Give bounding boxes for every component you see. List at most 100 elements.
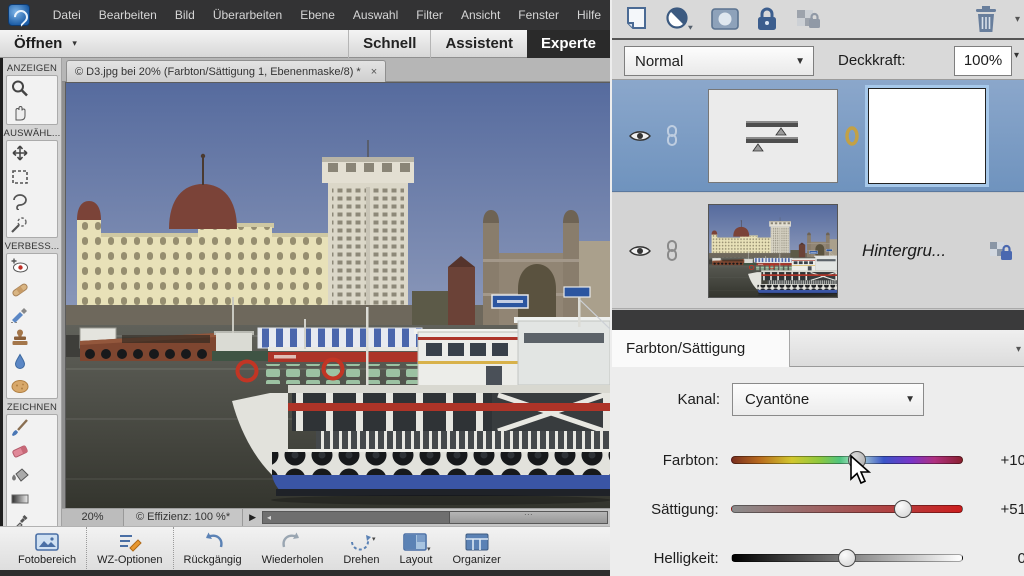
saturation-slider-row: Sättigung: +51 bbox=[612, 496, 1024, 522]
tool-blur[interactable] bbox=[7, 350, 33, 374]
saturation-slider-knob[interactable] bbox=[894, 500, 912, 518]
mouse-cursor bbox=[848, 455, 874, 489]
opacity-field[interactable]: 100% bbox=[954, 46, 1012, 76]
scrollbar-thumb[interactable] bbox=[449, 512, 607, 523]
section-auswaehlen: AUSWÄHL... bbox=[3, 128, 61, 139]
delete-layer-icon[interactable] bbox=[972, 4, 1000, 34]
menu-fenster[interactable]: Fenster bbox=[509, 0, 568, 30]
saturation-slider-track[interactable] bbox=[731, 505, 963, 513]
tab-farbton-saettigung[interactable]: Farbton/Sättigung bbox=[612, 330, 790, 367]
tool-eraser[interactable] bbox=[7, 439, 33, 463]
tool-gradient[interactable] bbox=[7, 487, 33, 511]
tool-clone-stamp[interactable] bbox=[7, 326, 33, 350]
open-button[interactable]: Öffnen bbox=[14, 35, 62, 52]
tool-sponge[interactable] bbox=[7, 374, 33, 398]
layout-icon: ▾ bbox=[401, 531, 431, 553]
menu-ebene[interactable]: Ebene bbox=[291, 0, 344, 30]
horizontal-scrollbar[interactable]: ◂ bbox=[262, 511, 608, 524]
tool-hand[interactable] bbox=[7, 100, 33, 124]
tool-zoom[interactable] bbox=[7, 76, 33, 100]
sliders-glyph-icon bbox=[744, 118, 802, 154]
quick-select-icon bbox=[9, 216, 31, 234]
zoom-icon bbox=[9, 79, 31, 97]
menu-bearbeiten[interactable]: Bearbeiten bbox=[90, 0, 166, 30]
background-layer-thumbnail[interactable] bbox=[708, 204, 838, 298]
menu-ueberarbeiten[interactable]: Überarbeiten bbox=[204, 0, 291, 30]
hue-slider-track[interactable] bbox=[731, 456, 963, 464]
tab-schnell[interactable]: Schnell bbox=[348, 30, 430, 58]
layer-row-adjustment[interactable] bbox=[612, 80, 1024, 192]
close-tab-icon[interactable]: × bbox=[371, 66, 377, 78]
layer-mask-icon[interactable] bbox=[710, 6, 740, 32]
lock-transparency-icon[interactable] bbox=[794, 6, 822, 32]
taskbar-wz-optionen[interactable]: WZ-Optionen bbox=[86, 527, 172, 571]
marquee-icon bbox=[9, 168, 31, 186]
link-icon[interactable] bbox=[662, 124, 682, 148]
menu-bild[interactable]: Bild bbox=[166, 0, 204, 30]
lightness-slider-track[interactable] bbox=[731, 554, 963, 562]
mode-switcher: Schnell Assistent Experte bbox=[348, 30, 610, 58]
eraser-icon bbox=[9, 442, 31, 460]
menu-ansicht[interactable]: Ansicht bbox=[452, 0, 509, 30]
status-menu-arrow-icon[interactable]: ▶ bbox=[243, 512, 262, 523]
menu-hilfe[interactable]: Hilfe bbox=[568, 0, 610, 30]
lightness-slider-knob[interactable] bbox=[838, 549, 856, 567]
menu-bar: Datei Bearbeiten Bild Überarbeiten Ebene… bbox=[0, 0, 610, 30]
layer-name[interactable]: Hintergru... bbox=[862, 241, 946, 261]
panel-region: ▾ Normal ▼ Deckkraft: 100% ▾ bbox=[610, 0, 1024, 576]
tool-move[interactable] bbox=[7, 141, 33, 165]
tool-marquee[interactable] bbox=[7, 165, 33, 189]
visibility-eye-icon[interactable] bbox=[628, 127, 652, 145]
link-icon[interactable] bbox=[662, 239, 682, 263]
canvas-area[interactable] bbox=[62, 82, 610, 508]
red-eye-icon bbox=[9, 257, 31, 275]
efficiency-status: © Effizienz: 100 %* bbox=[124, 509, 243, 526]
zoom-level-field[interactable]: 20% bbox=[62, 509, 124, 526]
tool-paint-bucket[interactable] bbox=[7, 463, 33, 487]
adjustment-layer-thumbnail[interactable] bbox=[708, 89, 838, 183]
adjustment-menu-icon[interactable]: ▾ bbox=[1016, 344, 1021, 355]
lock-icon[interactable] bbox=[754, 6, 780, 32]
new-layer-icon[interactable] bbox=[622, 5, 650, 33]
adjustment-layer-icon[interactable] bbox=[664, 5, 696, 33]
saturation-value: +51 bbox=[977, 501, 1024, 518]
tool-brush[interactable] bbox=[7, 415, 33, 439]
tool-healing-brush[interactable] bbox=[7, 278, 33, 302]
taskbar-drehen[interactable]: ▾ Drehen bbox=[333, 527, 389, 571]
channel-select[interactable]: Cyantöne ▼ bbox=[732, 383, 924, 416]
scroll-left-icon[interactable]: ◂ bbox=[263, 512, 275, 523]
panel-menu-icon[interactable]: ▾ bbox=[1015, 14, 1020, 25]
photoshop-elements-window: Datei Bearbeiten Bild Überarbeiten Ebene… bbox=[0, 0, 1024, 576]
hue-label: Farbton: bbox=[612, 452, 719, 469]
menu-datei[interactable]: Datei bbox=[44, 0, 90, 30]
channel-row: Kanal: Cyantöne ▼ bbox=[612, 383, 1024, 416]
visibility-eye-icon[interactable] bbox=[628, 242, 652, 260]
layer-row-background[interactable]: Hintergru... bbox=[612, 193, 1024, 309]
panel-divider bbox=[612, 310, 1024, 330]
tool-smart-brush[interactable] bbox=[7, 302, 33, 326]
mode-bar: Öffnen ▾ Schnell Assistent Experte bbox=[0, 30, 610, 58]
document-tab-bar: © D3.jpg bei 20% (Farbton/Sättigung 1, E… bbox=[62, 58, 610, 82]
taskbar-organizer[interactable]: Organizer bbox=[442, 527, 510, 571]
tool-lasso[interactable] bbox=[7, 189, 33, 213]
photo-mumbai-harbour bbox=[66, 83, 610, 508]
mask-link-icon[interactable] bbox=[844, 123, 860, 149]
taskbar-layout[interactable]: ▾ Layout bbox=[389, 527, 442, 571]
document-tab[interactable]: © D3.jpg bei 20% (Farbton/Sättigung 1, E… bbox=[66, 60, 386, 82]
menu-filter[interactable]: Filter bbox=[407, 0, 452, 30]
taskbar-fotobereich[interactable]: Fotobereich bbox=[8, 527, 86, 571]
tab-assistent[interactable]: Assistent bbox=[430, 30, 527, 58]
taskbar-rueckgaengig[interactable]: Rückgängig bbox=[173, 527, 252, 571]
rotate-icon: ▾ bbox=[346, 531, 376, 553]
open-caret-icon[interactable]: ▾ bbox=[72, 38, 77, 49]
menu-auswahl[interactable]: Auswahl bbox=[344, 0, 407, 30]
taskbar-wiederholen[interactable]: Wiederholen bbox=[252, 527, 334, 571]
svg-text:▾: ▾ bbox=[372, 536, 376, 543]
layer-mask-thumbnail[interactable] bbox=[868, 88, 986, 184]
tool-quick-select[interactable] bbox=[7, 213, 33, 237]
opacity-label: Deckkraft: bbox=[838, 52, 906, 69]
opacity-caret-icon[interactable]: ▾ bbox=[1014, 50, 1019, 61]
tab-experte[interactable]: Experte bbox=[527, 30, 610, 58]
blend-mode-select[interactable]: Normal ▼ bbox=[624, 46, 814, 76]
tool-red-eye[interactable] bbox=[7, 254, 33, 278]
